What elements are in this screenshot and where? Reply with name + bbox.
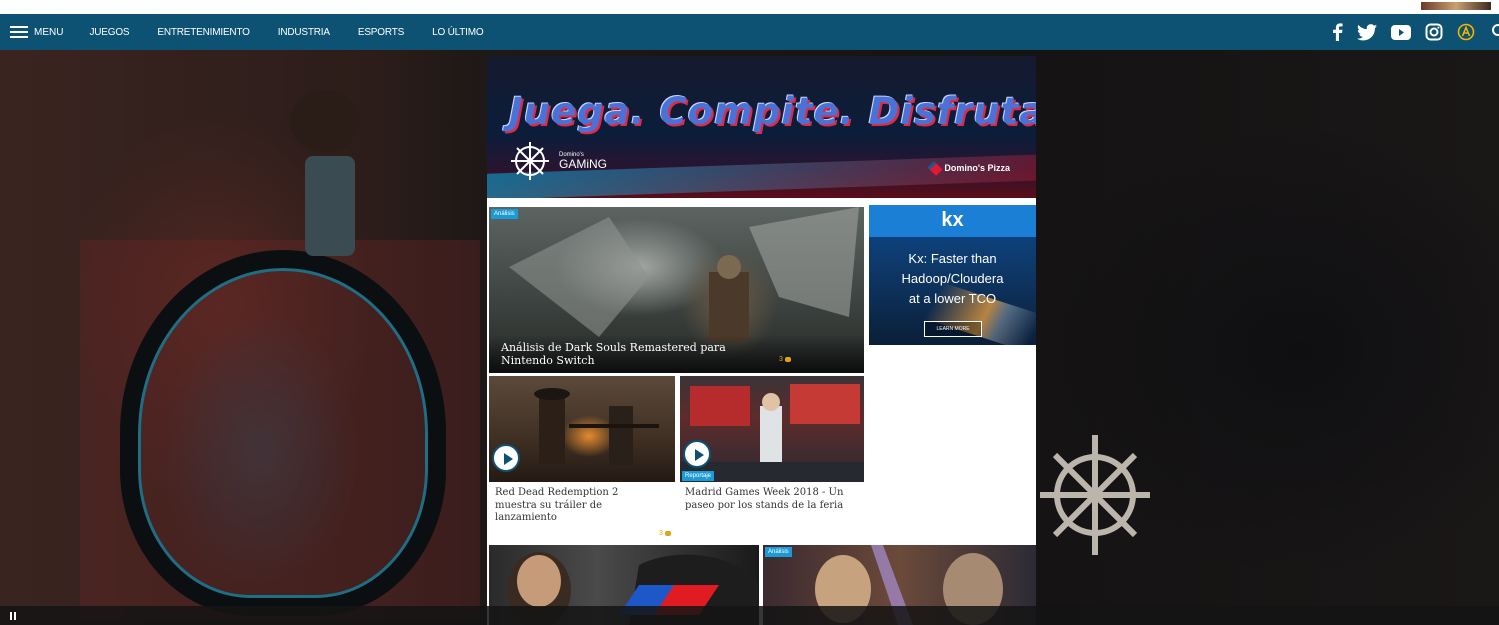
card-image-madrid-games-week[interactable]: Reportaje <box>680 376 864 482</box>
nav-link-juegos[interactable]: JUEGOS <box>89 27 129 38</box>
featured-title[interactable]: Análisis de Dark Souls Remastered para N… <box>489 334 864 373</box>
background-headphones <box>120 250 446 616</box>
comment-bubble-icon <box>784 357 791 362</box>
pause-icon[interactable] <box>10 612 16 620</box>
ad-text: Kx: Faster than Hadoop/Cloudera at a low… <box>869 249 1036 309</box>
banner-brand: Domino's GAMiNG <box>559 152 607 170</box>
nav-left: MENU JUEGOS ENTRETENIMIENTO INDUSTRIA ES… <box>0 14 484 50</box>
ad-text-line-1: Kx: Faster than <box>908 251 997 266</box>
nav-link-industria[interactable]: INDUSTRIA <box>278 27 330 38</box>
kx-advertisement[interactable]: kx Kx: Faster than Hadoop/Cloudera at a … <box>869 205 1036 345</box>
madrid-games-week-image <box>680 384 864 482</box>
menu-button[interactable]: MENU <box>10 14 63 50</box>
dominos-gaming-banner[interactable]: Juega. Compite. Disfruta. Domino's GAMiN… <box>487 56 1036 198</box>
nav-link-esports[interactable]: ESPORTS <box>358 27 404 38</box>
bottom-tile-tag: Análisis <box>765 547 792 557</box>
corner-thumbnail <box>1421 2 1491 10</box>
banner-headline: Juega. Compite. Disfruta. <box>509 90 1036 133</box>
ad-learn-more-button[interactable]: LEARN MORE <box>924 321 982 337</box>
play-video-button[interactable] <box>492 444 520 472</box>
sponsor-name: Domino's Pizza <box>944 163 1010 173</box>
main-navbar: MENU JUEGOS ENTRETENIMIENTO INDUSTRIA ES… <box>0 14 1499 50</box>
background-figurine <box>290 90 370 290</box>
card-image-red-dead[interactable] <box>489 376 675 482</box>
nav-link-entretenimiento[interactable]: ENTRETENIMIENTO <box>157 27 250 38</box>
youtube-icon[interactable] <box>1391 24 1411 40</box>
hamburger-icon <box>10 26 28 38</box>
sponsor-logo: Domino's Pizza <box>927 160 1010 176</box>
video-controls-bar <box>0 606 1499 625</box>
card-title-red-dead[interactable]: Red Dead Redemption 2 muestra su tráiler… <box>495 487 655 525</box>
card-tag-reportaje: Reportaje <box>682 471 715 481</box>
a-circle-icon[interactable] <box>1457 23 1475 41</box>
ad-text-line-3: at a lower TCO <box>908 291 997 306</box>
kx-logo: kx <box>941 209 964 231</box>
featured-tag: Análisis <box>491 209 518 219</box>
comment-bubble-icon <box>664 531 671 536</box>
card-comments-red-dead[interactable]: 3 <box>659 530 671 537</box>
menu-label: MENU <box>34 26 64 38</box>
brand-big-text: GAMiNG <box>559 157 607 171</box>
card-comment-count: 3 <box>659 530 663 537</box>
search-icon[interactable] <box>1489 23 1499 41</box>
card-title-madrid-games-week[interactable]: Madrid Games Week 2018 - Un paseo por lo… <box>685 487 850 512</box>
ad-text-line-2: Hadoop/Cloudera <box>901 271 1004 286</box>
background-wheel-logo <box>1040 435 1150 555</box>
play-video-button[interactable] <box>683 440 711 468</box>
browser-top-strip <box>0 0 1499 14</box>
dominos-gaming-logo-icon <box>511 142 549 180</box>
nav-link-lo-ultimo[interactable]: LO ÚLTIMO <box>432 27 484 38</box>
twitter-icon[interactable] <box>1357 23 1377 41</box>
facebook-icon[interactable] <box>1332 23 1343 41</box>
content-column: Juega. Compite. Disfruta. Domino's GAMiN… <box>487 56 1036 625</box>
featured-comments[interactable]: 3 <box>779 356 791 363</box>
instagram-icon[interactable] <box>1425 23 1443 41</box>
featured-article[interactable]: Análisis Análisis de Dark Souls Remaster… <box>489 207 864 373</box>
social-links <box>1332 14 1499 50</box>
featured-comment-count: 3 <box>779 356 783 363</box>
nav-links: JUEGOS ENTRETENIMIENTO INDUSTRIA ESPORTS… <box>89 27 483 38</box>
